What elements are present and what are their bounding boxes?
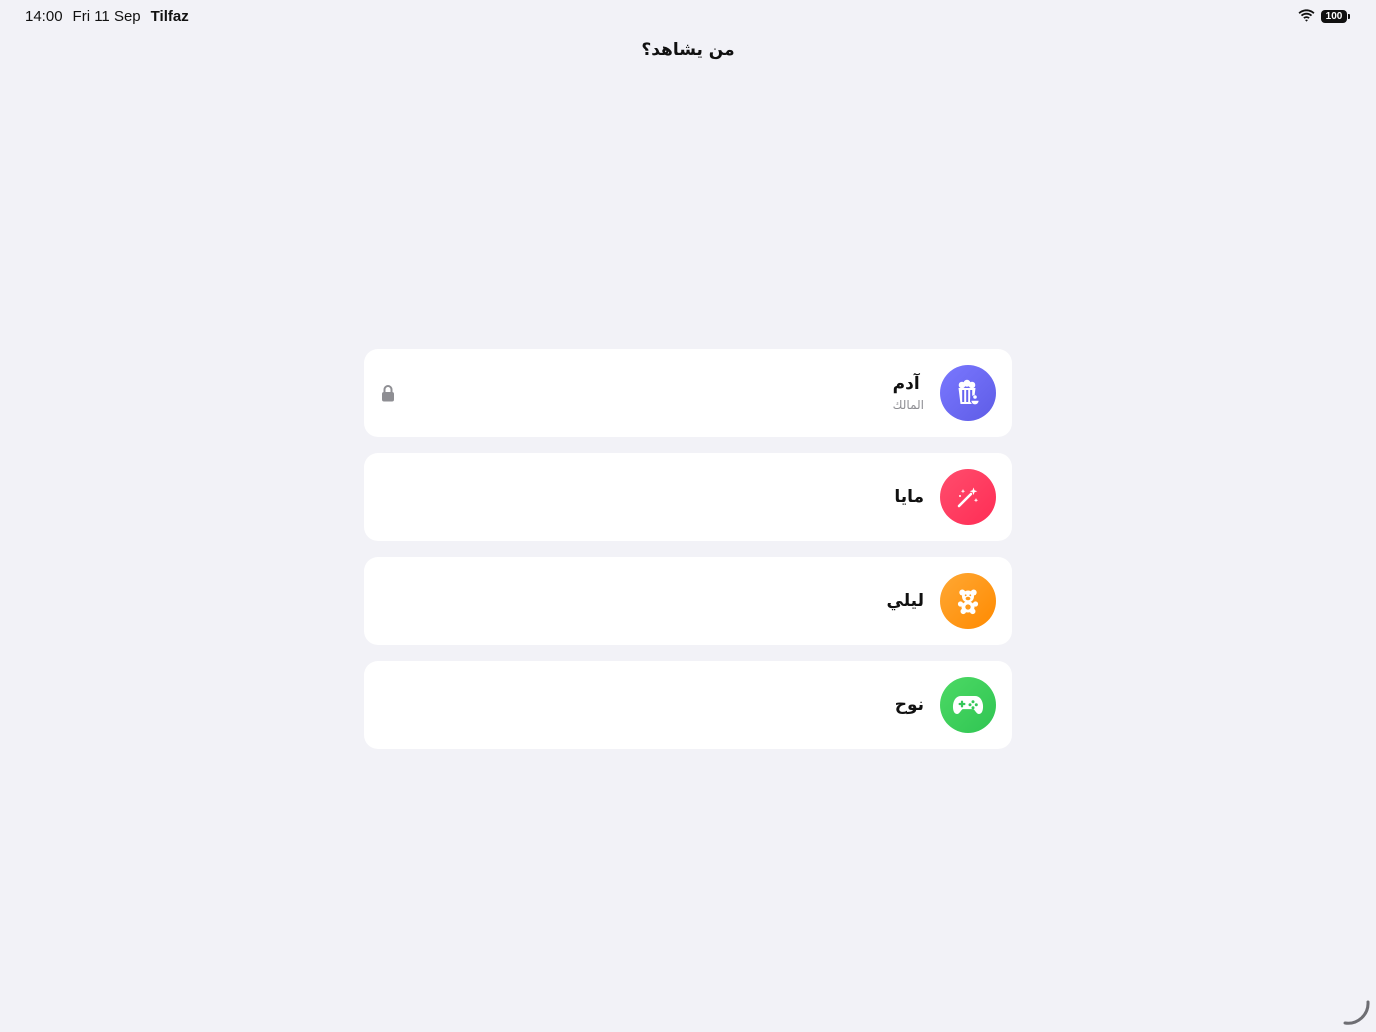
profile-role: المالك (892, 398, 924, 412)
wifi-icon (1298, 7, 1315, 26)
profile-name: ليلي (886, 591, 924, 611)
profile-name-block: ليلي (887, 557, 924, 645)
lock-icon (382, 385, 394, 402)
loading-spinner-icon (1343, 1000, 1370, 1025)
battery-level: 100 (1325, 10, 1343, 22)
profile-avatar (940, 573, 996, 629)
status-bar-left: 14:00 Fri 11 Sep Tilfaz (25, 6, 189, 26)
profile-card-maya[interactable]: مايا (364, 453, 1012, 541)
status-date: Fri 11 Sep (72, 7, 141, 25)
gamepad-icon (952, 696, 984, 714)
profile-card-adam[interactable]: آدم المالك (364, 349, 1012, 437)
profile-avatar (940, 365, 996, 421)
profile-name: آدم (892, 374, 920, 394)
profile-card-layli[interactable]: ليلي (364, 557, 1012, 645)
profile-name-block: نوح (895, 661, 924, 749)
page-title: من يشاهد؟ (641, 40, 735, 60)
battery-cap (1348, 13, 1350, 19)
teddy-bear-icon (957, 589, 979, 615)
popcorn-icon (958, 379, 980, 405)
profile-card-nuh[interactable]: نوح (364, 661, 1012, 749)
profile-name: نوح (894, 695, 924, 715)
status-app-name: Tilfaz (150, 7, 189, 25)
status-time: 14:00 (25, 7, 63, 25)
profile-avatar (940, 677, 996, 733)
profile-avatar (940, 469, 996, 525)
profile-name-block: آدم المالك (893, 349, 924, 437)
status-bar-right: 100 (1298, 6, 1350, 26)
battery-icon: 100 (1321, 9, 1347, 23)
magic-wand-icon (957, 487, 979, 508)
profile-list: آدم المالك مايا ليلي نوح (364, 349, 1012, 765)
profile-name: مايا (894, 487, 924, 507)
screen: 14:00 Fri 11 Sep Tilfaz 100 من يشاهد؟ آد… (0, 0, 1376, 1032)
profile-name-block: مايا (894, 453, 924, 541)
